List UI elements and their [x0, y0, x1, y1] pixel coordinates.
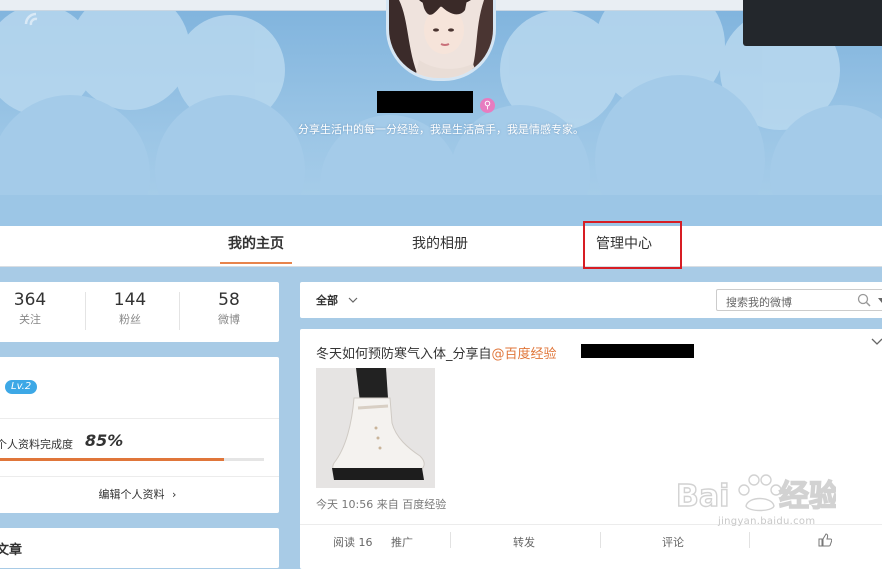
edit-profile-label: 编辑个人资料	[98, 488, 165, 501]
tab-my-homepage[interactable]: 我的主页	[220, 226, 292, 266]
stat-posts[interactable]: 58 微博	[184, 290, 274, 327]
divider	[0, 476, 279, 477]
promote-button[interactable]: 推广	[391, 534, 413, 550]
svg-text:Bai: Bai	[676, 479, 729, 514]
stat-following[interactable]: 364 关注	[0, 290, 75, 327]
chevron-right-icon: ›	[172, 488, 177, 501]
chevron-down-icon	[348, 297, 358, 303]
verified-badge-icon: ⚲	[480, 98, 495, 113]
stats-card: 364 关注 144 粉丝 58 微博	[0, 282, 279, 342]
level-badge[interactable]: Lv.2	[5, 380, 38, 394]
dark-overlay-panel	[743, 0, 882, 46]
stat-label: 微博	[218, 313, 240, 326]
boot-photo-image	[316, 368, 435, 488]
profile-bio: 分享生活中的每一分经验，我是生活高手，我是情感专家。	[298, 123, 584, 136]
post-meta: 今天 10:56 来自 百度经验	[316, 498, 447, 511]
completion-progress-bar	[0, 458, 264, 461]
profile-card: Lv.2 个人资料完成度 85% 编辑个人资料 ›	[0, 357, 279, 513]
feed-post: 冬天如何预防寒气入体_分享自@百度经验 今天 10:56 来自 百度经验 阅读 …	[300, 329, 882, 569]
forward-button[interactable]: 转发	[513, 534, 535, 550]
filter-dropdown[interactable]: 全部	[316, 292, 358, 308]
profile-nav: 我的主页 我的相册 管理中心	[0, 226, 882, 267]
post-image[interactable]	[316, 368, 435, 488]
stat-value: 364	[13, 290, 47, 310]
completion-progress-fill	[0, 458, 224, 461]
profile-cover: ⚲ 分享生活中的每一分经验，我是生活高手，我是情感专家。	[0, 0, 882, 226]
baidu-watermark-logo: Bai 经验	[675, 474, 836, 515]
post-title[interactable]: 冬天如何预防寒气入体_分享自@百度经验	[316, 343, 557, 362]
action-divider	[749, 532, 750, 548]
action-divider	[450, 532, 451, 548]
search-box[interactable]: 搜索我的微博	[716, 289, 882, 311]
stat-value: 58	[218, 290, 240, 310]
highlight-box	[583, 221, 682, 269]
stat-value: 144	[113, 290, 147, 310]
tab-my-album[interactable]: 我的相册	[404, 226, 476, 266]
action-divider	[600, 532, 601, 548]
edit-profile-link[interactable]: 编辑个人资料 ›	[0, 486, 279, 502]
avatar-portrait-image	[389, 0, 493, 78]
svg-text:经验: 经验	[779, 479, 836, 514]
post-redaction	[581, 344, 694, 358]
feed-filter-bar: 全部 搜索我的微博	[300, 282, 882, 318]
articles-title: 文章	[0, 543, 23, 558]
search-icon[interactable]	[857, 293, 871, 307]
stat-followers[interactable]: 144 粉丝	[85, 290, 175, 327]
username-redaction	[377, 91, 473, 113]
articles-card: 文章	[0, 528, 279, 568]
completion-value: 85%	[85, 431, 124, 450]
filter-label: 全部	[316, 294, 338, 307]
read-count: 阅读 16	[333, 536, 373, 549]
comment-button[interactable]: 评论	[662, 534, 684, 550]
caret-down-icon[interactable]	[878, 298, 882, 304]
stat-label: 关注	[19, 313, 41, 326]
like-thumb-icon[interactable]	[818, 533, 832, 547]
stat-divider	[179, 292, 180, 330]
completion-label: 个人资料完成度	[0, 438, 73, 451]
post-title-text: 冬天如何预防寒气入体_分享自	[316, 347, 492, 362]
post-actions: 阅读 16 推广 转发 评论	[300, 524, 882, 555]
post-mention-link[interactable]: @百度经验	[492, 347, 557, 362]
watermark-url: jingyan.baidu.com	[718, 516, 816, 527]
post-menu-chevron-icon[interactable]	[870, 337, 882, 347]
signal-icon	[24, 12, 38, 26]
search-input[interactable]: 搜索我的微博	[726, 294, 792, 310]
divider	[0, 418, 279, 419]
stat-label: 粉丝	[119, 313, 141, 326]
